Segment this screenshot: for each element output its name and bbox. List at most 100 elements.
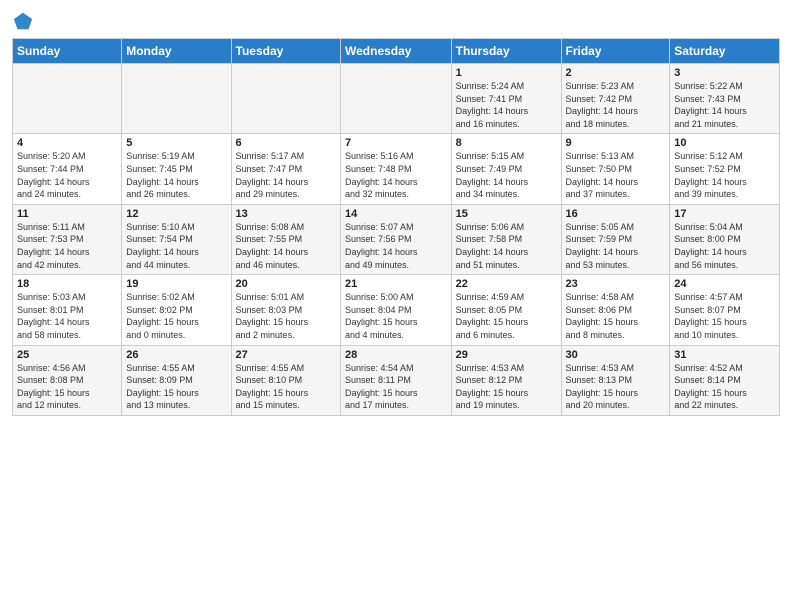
day-info: Sunrise: 4:53 AM Sunset: 8:12 PM Dayligh… <box>456 362 557 412</box>
day-info: Sunrise: 5:10 AM Sunset: 7:54 PM Dayligh… <box>126 221 226 271</box>
day-info: Sunrise: 5:04 AM Sunset: 8:00 PM Dayligh… <box>674 221 775 271</box>
day-number: 1 <box>456 67 557 79</box>
day-number: 21 <box>345 278 447 290</box>
day-cell: 7Sunrise: 5:16 AM Sunset: 7:48 PM Daylig… <box>341 134 452 204</box>
day-number: 13 <box>236 208 336 220</box>
week-row-3: 11Sunrise: 5:11 AM Sunset: 7:53 PM Dayli… <box>13 204 780 274</box>
day-info: Sunrise: 4:58 AM Sunset: 8:06 PM Dayligh… <box>566 291 666 341</box>
day-cell: 1Sunrise: 5:24 AM Sunset: 7:41 PM Daylig… <box>451 64 561 134</box>
day-cell: 14Sunrise: 5:07 AM Sunset: 7:56 PM Dayli… <box>341 204 452 274</box>
day-info: Sunrise: 4:54 AM Sunset: 8:11 PM Dayligh… <box>345 362 447 412</box>
weekday-header-sunday: Sunday <box>13 39 122 64</box>
day-number: 12 <box>126 208 226 220</box>
day-number: 25 <box>17 349 117 361</box>
day-number: 28 <box>345 349 447 361</box>
page: SundayMondayTuesdayWednesdayThursdayFrid… <box>0 0 792 612</box>
day-number: 8 <box>456 137 557 149</box>
day-number: 24 <box>674 278 775 290</box>
day-cell: 16Sunrise: 5:05 AM Sunset: 7:59 PM Dayli… <box>561 204 670 274</box>
day-cell: 18Sunrise: 5:03 AM Sunset: 8:01 PM Dayli… <box>13 275 122 345</box>
logo <box>12 10 38 32</box>
day-info: Sunrise: 5:23 AM Sunset: 7:42 PM Dayligh… <box>566 80 666 130</box>
day-cell <box>122 64 231 134</box>
day-cell: 30Sunrise: 4:53 AM Sunset: 8:13 PM Dayli… <box>561 345 670 415</box>
week-row-4: 18Sunrise: 5:03 AM Sunset: 8:01 PM Dayli… <box>13 275 780 345</box>
day-number: 3 <box>674 67 775 79</box>
day-number: 22 <box>456 278 557 290</box>
day-cell <box>13 64 122 134</box>
day-info: Sunrise: 4:53 AM Sunset: 8:13 PM Dayligh… <box>566 362 666 412</box>
week-row-2: 4Sunrise: 5:20 AM Sunset: 7:44 PM Daylig… <box>13 134 780 204</box>
day-info: Sunrise: 4:52 AM Sunset: 8:14 PM Dayligh… <box>674 362 775 412</box>
day-cell <box>231 64 340 134</box>
day-cell: 2Sunrise: 5:23 AM Sunset: 7:42 PM Daylig… <box>561 64 670 134</box>
day-cell: 4Sunrise: 5:20 AM Sunset: 7:44 PM Daylig… <box>13 134 122 204</box>
day-cell: 3Sunrise: 5:22 AM Sunset: 7:43 PM Daylig… <box>670 64 780 134</box>
day-number: 30 <box>566 349 666 361</box>
day-info: Sunrise: 4:55 AM Sunset: 8:10 PM Dayligh… <box>236 362 336 412</box>
week-row-5: 25Sunrise: 4:56 AM Sunset: 8:08 PM Dayli… <box>13 345 780 415</box>
day-number: 6 <box>236 137 336 149</box>
day-cell: 13Sunrise: 5:08 AM Sunset: 7:55 PM Dayli… <box>231 204 340 274</box>
day-info: Sunrise: 5:01 AM Sunset: 8:03 PM Dayligh… <box>236 291 336 341</box>
day-number: 18 <box>17 278 117 290</box>
day-info: Sunrise: 5:05 AM Sunset: 7:59 PM Dayligh… <box>566 221 666 271</box>
day-info: Sunrise: 5:06 AM Sunset: 7:58 PM Dayligh… <box>456 221 557 271</box>
day-cell: 11Sunrise: 5:11 AM Sunset: 7:53 PM Dayli… <box>13 204 122 274</box>
day-number: 20 <box>236 278 336 290</box>
day-number: 9 <box>566 137 666 149</box>
day-cell: 17Sunrise: 5:04 AM Sunset: 8:00 PM Dayli… <box>670 204 780 274</box>
day-cell: 25Sunrise: 4:56 AM Sunset: 8:08 PM Dayli… <box>13 345 122 415</box>
day-info: Sunrise: 5:13 AM Sunset: 7:50 PM Dayligh… <box>566 150 666 200</box>
day-info: Sunrise: 5:17 AM Sunset: 7:47 PM Dayligh… <box>236 150 336 200</box>
day-cell: 19Sunrise: 5:02 AM Sunset: 8:02 PM Dayli… <box>122 275 231 345</box>
day-info: Sunrise: 5:00 AM Sunset: 8:04 PM Dayligh… <box>345 291 447 341</box>
day-number: 26 <box>126 349 226 361</box>
weekday-header-friday: Friday <box>561 39 670 64</box>
day-info: Sunrise: 4:55 AM Sunset: 8:09 PM Dayligh… <box>126 362 226 412</box>
day-cell: 21Sunrise: 5:00 AM Sunset: 8:04 PM Dayli… <box>341 275 452 345</box>
weekday-header-thursday: Thursday <box>451 39 561 64</box>
day-number: 14 <box>345 208 447 220</box>
day-cell <box>341 64 452 134</box>
day-info: Sunrise: 5:15 AM Sunset: 7:49 PM Dayligh… <box>456 150 557 200</box>
weekday-header-monday: Monday <box>122 39 231 64</box>
day-number: 27 <box>236 349 336 361</box>
day-number: 19 <box>126 278 226 290</box>
day-cell: 6Sunrise: 5:17 AM Sunset: 7:47 PM Daylig… <box>231 134 340 204</box>
day-cell: 23Sunrise: 4:58 AM Sunset: 8:06 PM Dayli… <box>561 275 670 345</box>
day-cell: 20Sunrise: 5:01 AM Sunset: 8:03 PM Dayli… <box>231 275 340 345</box>
calendar-table: SundayMondayTuesdayWednesdayThursdayFrid… <box>12 38 780 416</box>
day-number: 31 <box>674 349 775 361</box>
day-number: 16 <box>566 208 666 220</box>
day-number: 17 <box>674 208 775 220</box>
day-info: Sunrise: 4:57 AM Sunset: 8:07 PM Dayligh… <box>674 291 775 341</box>
header <box>12 10 780 32</box>
day-info: Sunrise: 5:03 AM Sunset: 8:01 PM Dayligh… <box>17 291 117 341</box>
day-cell: 28Sunrise: 4:54 AM Sunset: 8:11 PM Dayli… <box>341 345 452 415</box>
day-cell: 31Sunrise: 4:52 AM Sunset: 8:14 PM Dayli… <box>670 345 780 415</box>
day-cell: 29Sunrise: 4:53 AM Sunset: 8:12 PM Dayli… <box>451 345 561 415</box>
day-cell: 10Sunrise: 5:12 AM Sunset: 7:52 PM Dayli… <box>670 134 780 204</box>
day-info: Sunrise: 5:12 AM Sunset: 7:52 PM Dayligh… <box>674 150 775 200</box>
day-info: Sunrise: 5:22 AM Sunset: 7:43 PM Dayligh… <box>674 80 775 130</box>
logo-icon <box>12 10 34 32</box>
day-cell: 22Sunrise: 4:59 AM Sunset: 8:05 PM Dayli… <box>451 275 561 345</box>
day-number: 7 <box>345 137 447 149</box>
day-cell: 24Sunrise: 4:57 AM Sunset: 8:07 PM Dayli… <box>670 275 780 345</box>
day-info: Sunrise: 5:11 AM Sunset: 7:53 PM Dayligh… <box>17 221 117 271</box>
week-row-1: 1Sunrise: 5:24 AM Sunset: 7:41 PM Daylig… <box>13 64 780 134</box>
day-cell: 9Sunrise: 5:13 AM Sunset: 7:50 PM Daylig… <box>561 134 670 204</box>
day-number: 29 <box>456 349 557 361</box>
day-number: 15 <box>456 208 557 220</box>
day-info: Sunrise: 5:24 AM Sunset: 7:41 PM Dayligh… <box>456 80 557 130</box>
day-info: Sunrise: 4:56 AM Sunset: 8:08 PM Dayligh… <box>17 362 117 412</box>
day-info: Sunrise: 5:20 AM Sunset: 7:44 PM Dayligh… <box>17 150 117 200</box>
day-number: 5 <box>126 137 226 149</box>
day-info: Sunrise: 5:07 AM Sunset: 7:56 PM Dayligh… <box>345 221 447 271</box>
day-info: Sunrise: 5:02 AM Sunset: 8:02 PM Dayligh… <box>126 291 226 341</box>
day-cell: 8Sunrise: 5:15 AM Sunset: 7:49 PM Daylig… <box>451 134 561 204</box>
day-info: Sunrise: 5:19 AM Sunset: 7:45 PM Dayligh… <box>126 150 226 200</box>
day-number: 11 <box>17 208 117 220</box>
day-cell: 5Sunrise: 5:19 AM Sunset: 7:45 PM Daylig… <box>122 134 231 204</box>
